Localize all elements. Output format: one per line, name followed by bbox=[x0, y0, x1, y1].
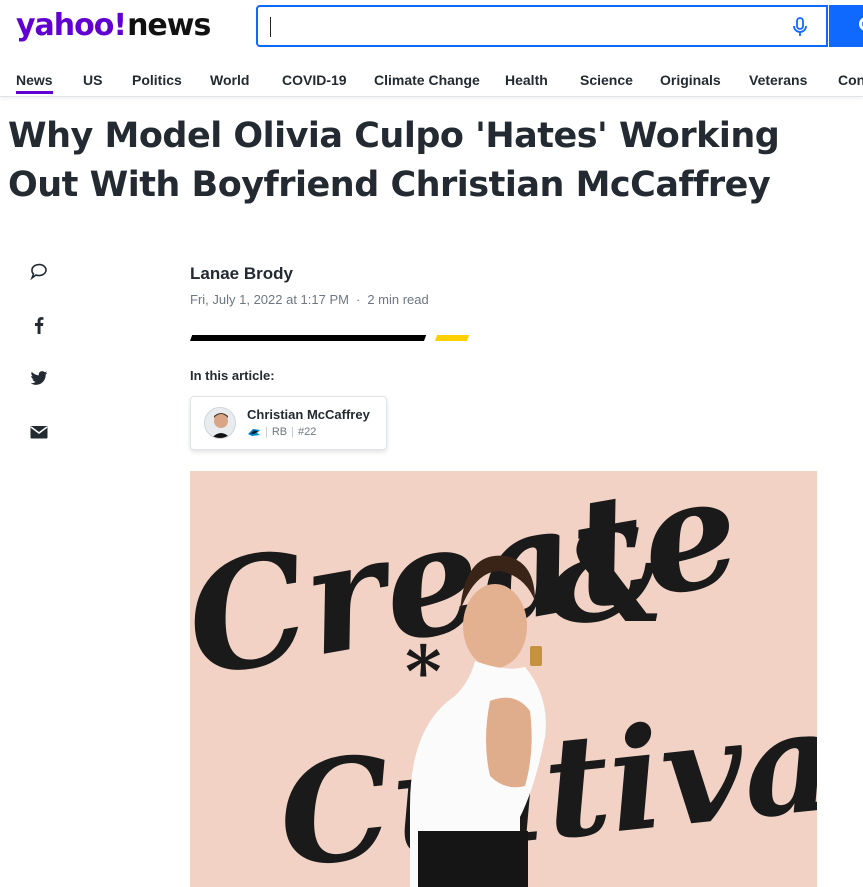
photo-illustration: Create & Cultivate * bbox=[190, 471, 817, 887]
logo-bang-text: ! bbox=[113, 8, 127, 43]
in-this-article-label: In this article: bbox=[190, 368, 275, 383]
meta-separator: · bbox=[355, 292, 361, 307]
nav-item-climate-change[interactable]: Climate Change bbox=[374, 72, 480, 88]
panthers-logo-icon bbox=[248, 428, 260, 436]
svg-text:&: & bbox=[550, 499, 667, 652]
nav-item-politics[interactable]: Politics bbox=[132, 72, 182, 88]
player-card[interactable]: Christian McCaffrey | RB | #22 bbox=[190, 396, 387, 450]
facebook-share-button[interactable] bbox=[28, 314, 50, 336]
site-header: yahoo! news News US Politics World COVID-… bbox=[0, 0, 863, 97]
search-box[interactable] bbox=[256, 5, 828, 47]
accent-bar-yellow bbox=[434, 335, 470, 341]
nav-item-more[interactable]: Con bbox=[838, 72, 863, 88]
comments-share-button[interactable] bbox=[28, 261, 50, 283]
logo-yahoo-text: yahoo bbox=[16, 8, 114, 43]
search-icon bbox=[859, 17, 863, 31]
nav-item-world[interactable]: World bbox=[210, 72, 249, 88]
yahoo-news-logo[interactable]: yahoo! news bbox=[16, 8, 211, 46]
nav-item-health[interactable]: Health bbox=[505, 72, 548, 88]
mail-icon bbox=[30, 426, 48, 439]
player-details: | RB | #22 bbox=[247, 426, 316, 438]
nav-item-science[interactable]: Science bbox=[580, 72, 633, 88]
comment-icon bbox=[30, 263, 47, 281]
nav-item-originals[interactable]: Originals bbox=[660, 72, 721, 88]
search-button[interactable] bbox=[829, 5, 863, 47]
facebook-icon bbox=[35, 317, 44, 334]
player-avatar bbox=[204, 407, 236, 439]
nav-item-veterans[interactable]: Veterans bbox=[749, 72, 807, 88]
text-caret bbox=[270, 17, 271, 37]
nav-item-covid[interactable]: COVID-19 bbox=[282, 72, 347, 88]
player-name: Christian McCaffrey bbox=[247, 407, 370, 422]
nav-item-news[interactable]: News bbox=[16, 72, 53, 94]
accent-bar-black bbox=[190, 335, 427, 341]
read-time: 2 min read bbox=[367, 292, 429, 307]
logo-news-text: news bbox=[127, 8, 211, 43]
twitter-share-button[interactable] bbox=[28, 367, 50, 389]
article-meta: Fri, July 1, 2022 at 1:17 PM · 2 min read bbox=[190, 292, 429, 307]
player-number: #22 bbox=[298, 426, 317, 438]
author-name[interactable]: Lanae Brody bbox=[190, 264, 293, 284]
microphone-icon[interactable] bbox=[789, 16, 811, 38]
svg-text:*: * bbox=[405, 630, 442, 713]
twitter-icon bbox=[30, 371, 48, 385]
publish-date: Fri, July 1, 2022 at 1:17 PM bbox=[190, 292, 349, 307]
article-hero-image[interactable]: Create & Cultivate * bbox=[190, 471, 817, 887]
email-share-button[interactable] bbox=[28, 421, 50, 443]
nav-item-us[interactable]: US bbox=[83, 72, 102, 88]
player-position: RB bbox=[271, 426, 288, 438]
category-nav: News US Politics World COVID-19 Climate … bbox=[0, 68, 863, 96]
search-input[interactable] bbox=[268, 13, 772, 41]
article-title: Why Model Olivia Culpo 'Hates' Working O… bbox=[8, 116, 780, 205]
